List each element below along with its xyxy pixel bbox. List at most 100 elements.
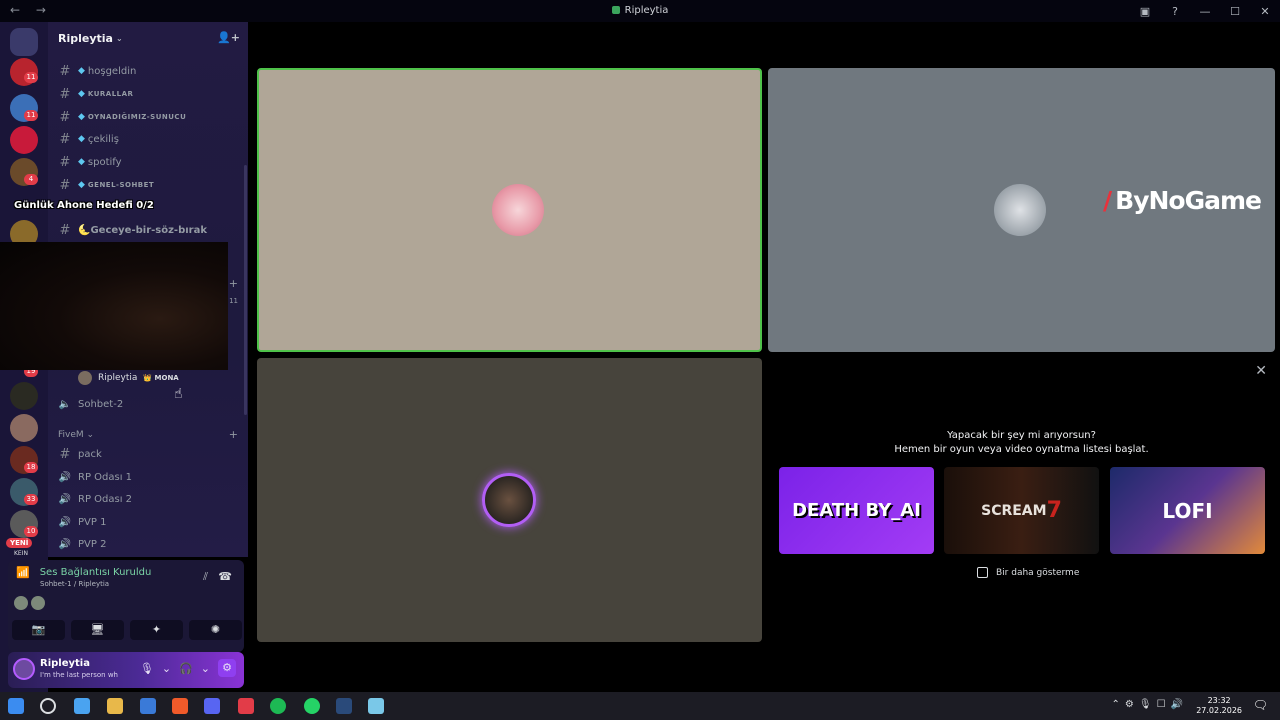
spotify-icon[interactable] bbox=[270, 698, 286, 714]
channel-oynadigimiz-sunucu[interactable]: # ◆ OYNADIĞIMIZ-SUNUCU bbox=[58, 107, 186, 127]
channel-hosgeldin[interactable]: # ◆ hoşgeldin bbox=[58, 61, 137, 81]
avatar bbox=[31, 596, 45, 610]
dont-show-again-checkbox[interactable]: Bir daha gösterme bbox=[977, 567, 1079, 578]
hash-icon: # bbox=[59, 177, 71, 193]
screen-share-button[interactable]: 🖥 bbox=[71, 620, 124, 640]
hash-icon: # bbox=[59, 222, 71, 238]
user-panel: Ripleytia I'm the last person wh 🎙 ⌄ 🎧 ⌄… bbox=[8, 652, 244, 688]
headphones-icon[interactable]: 🎧 bbox=[179, 662, 193, 677]
channel-geceye-bir-soz-birak[interactable]: # 🌜Geceye-bir-söz-bırak bbox=[58, 220, 207, 240]
user-tag: 👑 MONA bbox=[143, 374, 179, 382]
app-icon[interactable] bbox=[368, 698, 384, 714]
clock[interactable]: 23:32 27.02.2026 bbox=[1196, 696, 1242, 716]
add-channel-icon[interactable]: + bbox=[229, 428, 238, 441]
channel-cekilis[interactable]: # ◆ çekiliş bbox=[58, 129, 119, 149]
gem-icon: ◆ bbox=[78, 66, 85, 76]
soundboard-button[interactable]: ✺ bbox=[189, 620, 242, 640]
new-server-label: KEIN bbox=[14, 550, 28, 557]
webcam-overlay bbox=[0, 242, 228, 370]
voice-channel-sohbet-2[interactable]: 🔈 Sohbet-2 bbox=[58, 394, 123, 414]
folder-icon[interactable] bbox=[107, 698, 123, 714]
activity-heading: Yapacak bir şey mi arıyorsun? bbox=[947, 430, 1096, 441]
participant-tile[interactable] bbox=[257, 68, 762, 352]
unread-badge: 4 bbox=[24, 174, 38, 185]
category-fivem[interactable]: FiveM ⌄ bbox=[58, 430, 94, 440]
minimize-button[interactable]: — bbox=[1190, 5, 1220, 18]
help-icon[interactable]: ? bbox=[1160, 5, 1190, 18]
participant-tile[interactable]: / ByNoGame bbox=[768, 68, 1275, 352]
noise-suppression-icon[interactable]: ⫽ bbox=[203, 570, 208, 584]
voice-avatars bbox=[14, 596, 48, 610]
channel-spotify[interactable]: # ◆ spotify bbox=[58, 152, 122, 172]
search-icon[interactable] bbox=[40, 698, 56, 714]
chevron-down-icon[interactable]: ⌄ bbox=[201, 662, 210, 677]
discord-logo-icon bbox=[611, 6, 620, 14]
whatsapp-icon[interactable] bbox=[304, 698, 320, 714]
close-icon[interactable]: ✕ bbox=[1255, 363, 1267, 379]
store-icon[interactable] bbox=[140, 698, 156, 714]
brave-icon[interactable] bbox=[172, 698, 188, 714]
channel-kurallar[interactable]: # ◆ KURALLAR bbox=[58, 84, 133, 104]
custom-status: I'm the last person wh bbox=[40, 671, 118, 679]
activity-subheading: Hemen bir oyun veya video oynatma listes… bbox=[894, 444, 1149, 455]
channel-pack[interactable]: # pack bbox=[58, 444, 102, 464]
gear-icon[interactable]: ⚙ bbox=[218, 659, 236, 677]
system-tray[interactable]: ⌃⚙🎙☐🔊 bbox=[1112, 699, 1188, 710]
voice-channel-rp-odasi-2[interactable]: 🔊 RP Odası 2 bbox=[58, 489, 132, 509]
taskbar: ⌃⚙🎙☐🔊 23:32 27.02.2026 🗨 bbox=[0, 692, 1280, 720]
inbox-icon[interactable]: ▣ bbox=[1130, 5, 1160, 18]
notification-icon[interactable]: 🗨 bbox=[1253, 698, 1268, 712]
add-user-icon[interactable]: 👤+ bbox=[217, 31, 240, 44]
brand-logo: / ByNoGame bbox=[1103, 186, 1262, 215]
unread-badge: 33 bbox=[24, 494, 38, 505]
voice-user[interactable]: Ripleytia 👑 MONA bbox=[78, 370, 179, 386]
speaker-icon: 🔊 bbox=[58, 471, 72, 483]
signal-icon: 📶 bbox=[16, 566, 30, 579]
disconnect-icon[interactable]: ☎ bbox=[218, 570, 232, 583]
server-icon[interactable] bbox=[10, 382, 38, 410]
add-channel-icon[interactable]: + bbox=[229, 277, 238, 290]
voice-channel-pvp-1[interactable]: 🔊 PVP 1 bbox=[58, 512, 107, 532]
start-icon[interactable] bbox=[8, 698, 24, 714]
new-badge: YENİ bbox=[6, 538, 33, 548]
voice-channel-pvp-2[interactable]: 🔊 PVP 2 bbox=[58, 534, 107, 554]
app-icon[interactable] bbox=[238, 698, 254, 714]
voice-connected-status[interactable]: 📶 Ses Bağlantısı Kuruldu bbox=[16, 566, 151, 579]
gem-icon: ◆ bbox=[78, 112, 85, 122]
home-icon[interactable] bbox=[10, 28, 38, 56]
discord-icon[interactable] bbox=[204, 698, 220, 714]
activity-launcher: ✕ Yapacak bir şey mi arıyorsun? Hemen bi… bbox=[768, 358, 1275, 642]
gem-icon: ◆ bbox=[78, 157, 85, 167]
avatar bbox=[482, 473, 536, 527]
maximize-button[interactable]: ☐ bbox=[1220, 5, 1250, 18]
scrollbar[interactable] bbox=[244, 165, 247, 415]
voice-status-panel: 📶 Ses Bağlantısı Kuruldu Sohbet-1 / Riple… bbox=[8, 560, 244, 652]
unread-badge: 11 bbox=[24, 72, 38, 83]
hand-cursor-icon: ☝ bbox=[174, 386, 183, 402]
speaker-icon: 🔊 bbox=[58, 516, 72, 528]
activity-card[interactable]: LOFI bbox=[1110, 467, 1265, 554]
chevron-down-icon[interactable]: ⌄ bbox=[162, 662, 171, 677]
activity-card[interactable]: SCREAM 7 bbox=[944, 467, 1099, 554]
avatar[interactable] bbox=[13, 658, 35, 680]
speaker-icon: 🔊 bbox=[58, 538, 72, 550]
unread-badge: 11 bbox=[24, 110, 38, 121]
guild-name: Ripleytia bbox=[58, 31, 113, 45]
microphone-icon[interactable]: 🎙 bbox=[140, 662, 154, 677]
camera-button[interactable]: 📷 bbox=[12, 620, 65, 640]
guild-header[interactable]: Ripleytia ⌄ 👤+ bbox=[48, 22, 248, 54]
server-icon[interactable] bbox=[10, 414, 38, 442]
activities-button[interactable]: ✦ bbox=[130, 620, 183, 640]
close-button[interactable]: ✕ bbox=[1250, 5, 1280, 18]
channel-genel-sohbet[interactable]: # ◆ GENEL-SOHBET bbox=[58, 175, 154, 195]
avatar bbox=[492, 184, 544, 236]
gem-icon: ◆ bbox=[78, 134, 85, 144]
voice-channel-rp-odasi-1[interactable]: 🔊 RP Odası 1 bbox=[58, 467, 132, 487]
speaker-icon: 🔈 bbox=[58, 398, 72, 410]
activity-card[interactable]: DEATH BY_AI bbox=[779, 467, 934, 554]
gem-icon: ◆ bbox=[78, 180, 85, 190]
server-icon[interactable] bbox=[10, 126, 38, 154]
steam-icon[interactable] bbox=[336, 698, 352, 714]
participant-tile[interactable] bbox=[257, 358, 762, 642]
copilot-icon[interactable] bbox=[74, 698, 90, 714]
